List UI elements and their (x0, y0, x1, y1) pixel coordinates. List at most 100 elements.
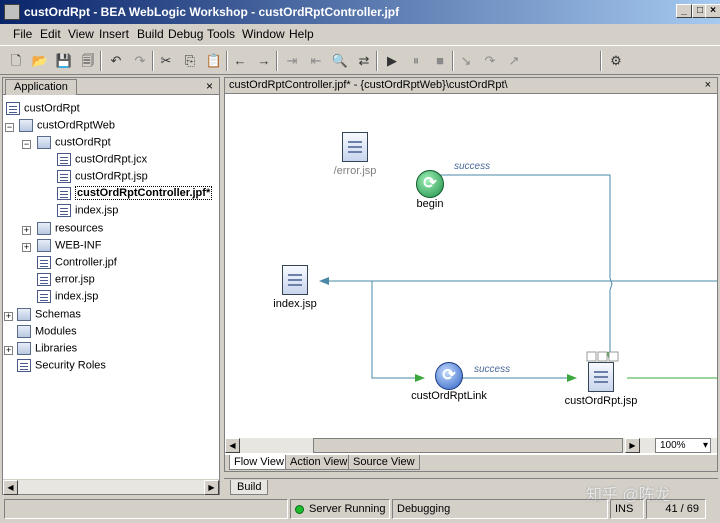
menu-tools[interactable]: Tools (207, 27, 235, 41)
expand-icon[interactable]: + (4, 346, 13, 355)
expand-icon[interactable]: + (22, 226, 31, 235)
menu-window[interactable]: Window (242, 27, 285, 41)
application-panel: Application × custOrdRpt − custOrdRptWeb… (2, 77, 220, 495)
jsp-file-icon (37, 273, 51, 286)
save-all-icon[interactable]: 🗐 (78, 51, 98, 71)
tree-item-folder[interactable]: resources (37, 222, 103, 239)
stop-icon[interactable]: ■ (430, 51, 450, 71)
begin-node[interactable]: ⟳ begin (405, 170, 455, 210)
step-out-icon[interactable]: ↗ (504, 51, 524, 71)
open-file-icon[interactable]: 📂 (30, 51, 50, 71)
tree-item-file[interactable]: custOrdRpt.jcx (57, 153, 147, 170)
start-icon[interactable]: ▶ (382, 51, 402, 71)
canvas-horizontal-scrollbar[interactable]: ◀ ▶ 100% ▾ (225, 438, 717, 453)
tree-item-folder[interactable]: Libraries (17, 342, 77, 359)
copy-icon[interactable]: ⎘ (180, 51, 200, 71)
tree-item-folder[interactable]: custOrdRpt (37, 136, 111, 153)
step-over-icon[interactable]: ↷ (480, 51, 500, 71)
node-label: index.jsp (273, 298, 317, 310)
index-page-node[interactable]: index.jsp (265, 265, 325, 310)
node-label: custOrdRptLink (411, 390, 487, 402)
forward-icon[interactable]: → (254, 51, 274, 71)
menu-help[interactable]: Help (289, 27, 314, 41)
handle-square (597, 351, 608, 362)
node-label: custOrdRpt.jsp (564, 395, 638, 407)
connector-label: success (454, 161, 491, 172)
project-icon (6, 102, 20, 115)
jsp-page-icon (588, 362, 614, 392)
tree-item-folder[interactable]: Modules (17, 325, 77, 342)
tab-source-view[interactable]: Source View (348, 455, 420, 470)
menu-file[interactable]: File (13, 27, 32, 41)
close-icon[interactable]: × (705, 79, 711, 91)
zoom-value: 100% (660, 440, 686, 451)
test-icon[interactable]: ⚙ (606, 51, 626, 71)
scroll-right-icon[interactable]: ▶ (625, 438, 640, 453)
tree-item-label: WEB-INF (55, 239, 102, 252)
menu-insert[interactable]: Insert (99, 27, 129, 41)
menu-edit[interactable]: Edit (40, 27, 61, 41)
tree-item-label: Controller.jpf (55, 256, 117, 269)
outdent-icon[interactable]: ⇤ (306, 51, 326, 71)
cursor-position: 41 / 69 (646, 499, 706, 519)
begin-success-connector (438, 174, 613, 353)
tree-item-file[interactable]: index.jsp (37, 290, 98, 307)
indent-icon[interactable]: ⇥ (282, 51, 302, 71)
collapse-icon[interactable]: − (5, 123, 14, 132)
find-icon[interactable]: 🔍 (330, 51, 350, 71)
tab-flow-view[interactable]: Flow View (229, 455, 289, 470)
tree-item-folder[interactable]: Schemas (17, 308, 81, 325)
tree-item-file[interactable]: custOrdRpt.jsp (57, 170, 148, 187)
editor-tab[interactable]: custOrdRptController.jpf* - {custOrdRptW… (225, 78, 717, 94)
menu-debug[interactable]: Debug (168, 27, 203, 41)
tree-item-label: index.jsp (75, 204, 119, 217)
new-file-icon[interactable]: 🗋 (6, 51, 26, 71)
step-into-icon[interactable]: ↘ (456, 51, 476, 71)
tab-action-view[interactable]: Action View (285, 455, 353, 470)
expand-icon[interactable]: + (4, 312, 13, 321)
tab-build[interactable]: Build (230, 480, 269, 495)
redo-icon[interactable]: ↷ (130, 51, 150, 71)
tree-item-file[interactable]: index.jsp (57, 204, 118, 221)
zoom-select[interactable]: 100% ▾ (655, 438, 711, 453)
menu-view[interactable]: View (68, 27, 94, 41)
scroll-thumb[interactable] (313, 438, 623, 453)
handle-square (608, 351, 619, 362)
tree-item-folder[interactable]: Security Roles (17, 359, 106, 376)
error-page-node[interactable]: /error.jsp (325, 132, 385, 177)
minimize-button[interactable]: _ (676, 4, 692, 18)
close-window-button[interactable]: × (705, 4, 720, 18)
undo-icon[interactable]: ↶ (106, 51, 126, 71)
expand-icon[interactable]: + (22, 243, 31, 252)
save-icon[interactable]: 💾 (54, 51, 74, 71)
status-bar: Server Running Debugging INS 41 / 69 (0, 496, 720, 523)
toolbar-separator (276, 51, 278, 71)
folder-icon (37, 239, 51, 252)
scroll-right-icon[interactable]: ▶ (204, 480, 219, 495)
tree-item-file[interactable]: Controller.jpf (37, 256, 117, 273)
flow-canvas[interactable]: /error.jsp ⟳ begin success index.jsp ⟳ c… (225, 94, 717, 438)
tree-item-project-root[interactable]: custOrdRpt (6, 102, 80, 119)
paste-icon[interactable]: 📋 (204, 51, 224, 71)
title-bar: custOrdRpt - BEA WebLogic Workshop - cus… (0, 0, 720, 24)
cut-icon[interactable]: ✂ (156, 51, 176, 71)
tree-item-webapp[interactable]: custOrdRptWeb (19, 119, 115, 136)
scroll-left-icon[interactable]: ◀ (225, 438, 240, 453)
tree-item-label: error.jsp (55, 273, 95, 286)
replace-icon[interactable]: ⇄ (354, 51, 374, 71)
menu-build[interactable]: Build (137, 27, 164, 41)
pageflow-file-icon (37, 256, 51, 269)
tree-item-folder[interactable]: WEB-INF (37, 239, 101, 256)
pause-icon[interactable]: ⏸ (406, 51, 426, 71)
scroll-left-icon[interactable]: ◀ (3, 480, 18, 495)
tree-horizontal-scrollbar[interactable]: ◀ ▶ (3, 479, 219, 495)
tree-item-file[interactable]: error.jsp (37, 273, 95, 290)
close-icon[interactable]: × (206, 79, 213, 93)
back-icon[interactable]: ← (230, 51, 250, 71)
tab-application[interactable]: Application (5, 79, 77, 95)
collapse-icon[interactable]: − (22, 140, 31, 149)
tree-item-file-selected[interactable]: custOrdRptController.jpf* (57, 186, 213, 204)
status-message (4, 499, 288, 519)
report-page-node[interactable]: custOrdRpt.jsp (558, 362, 644, 407)
tree-item-label: resources (55, 222, 104, 235)
